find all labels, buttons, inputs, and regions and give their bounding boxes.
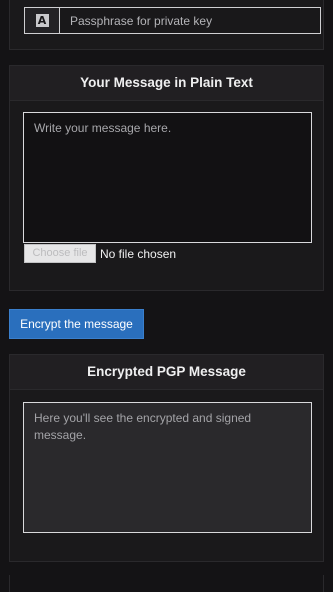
font-icon: A xyxy=(35,14,49,27)
passphrase-input-group: A xyxy=(24,7,321,34)
page: A Your Message in Plain Text Choose file… xyxy=(0,0,333,592)
plain-message-panel: Your Message in Plain Text Choose file N… xyxy=(9,65,324,291)
passphrase-addon: A xyxy=(25,8,60,33)
footer-strip xyxy=(9,575,324,592)
encrypted-message-output[interactable] xyxy=(23,402,312,533)
encrypted-message-panel: Encrypted PGP Message xyxy=(9,354,324,562)
plain-message-textarea[interactable] xyxy=(23,112,312,243)
passphrase-input[interactable] xyxy=(60,8,320,33)
file-input: Choose file No file chosen xyxy=(24,244,176,263)
encrypt-button[interactable]: Encrypt the message xyxy=(9,309,144,339)
file-status-label: No file chosen xyxy=(100,246,177,261)
encrypted-message-title: Encrypted PGP Message xyxy=(10,355,323,390)
choose-file-button[interactable]: Choose file xyxy=(24,244,96,263)
passphrase-panel: A xyxy=(9,0,324,50)
plain-message-title: Your Message in Plain Text xyxy=(10,66,323,101)
